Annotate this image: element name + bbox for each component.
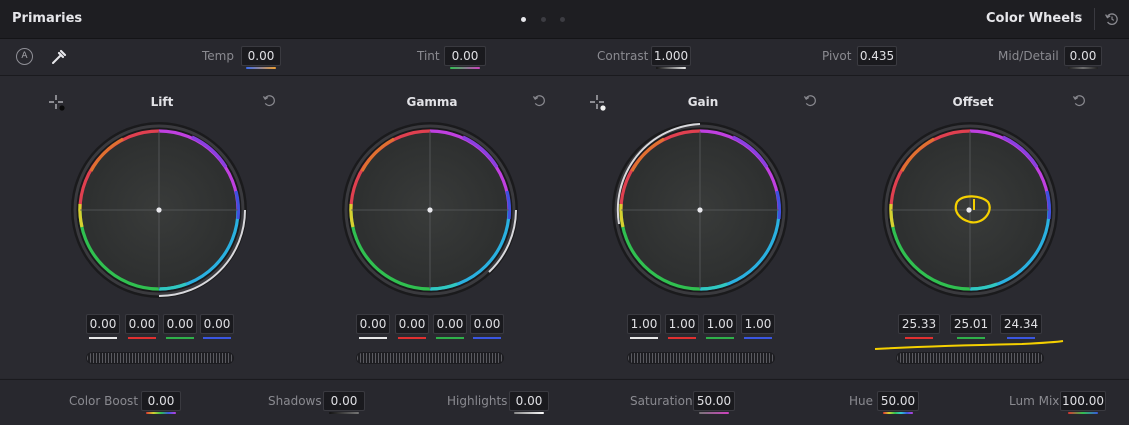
highlights-indicator bbox=[514, 412, 544, 414]
chevron-down-icon[interactable]: ⌵ bbox=[1073, 8, 1082, 23]
lift-color-wheel[interactable] bbox=[68, 119, 250, 301]
lum-mix-indicator bbox=[1068, 412, 1098, 414]
pivot-field[interactable]: 0.435 bbox=[857, 46, 897, 66]
eyedropper-icon[interactable] bbox=[50, 48, 68, 66]
contrast-label: Contrast bbox=[597, 49, 649, 63]
hue-field[interactable]: 50.00 bbox=[877, 391, 919, 411]
gain-value-master[interactable]: 1.00 bbox=[627, 314, 661, 334]
saturation-label: Saturation bbox=[630, 394, 693, 408]
offset-value-green[interactable]: 25.01 bbox=[950, 314, 992, 334]
mid-detail-label: Mid/Detail bbox=[998, 49, 1059, 63]
shadows-label: Shadows bbox=[268, 394, 322, 408]
gamma-line-green bbox=[436, 337, 464, 339]
highlights-field[interactable]: 0.00 bbox=[509, 391, 549, 411]
gamma-value-blue[interactable]: 0.00 bbox=[470, 314, 504, 334]
gain-master-slider[interactable] bbox=[627, 352, 775, 364]
color-boost-indicator bbox=[146, 412, 176, 414]
adjustments-bar: A Temp 0.00 Tint 0.00 Contrast 1.000 Piv… bbox=[0, 39, 1129, 76]
gamma-color-wheel[interactable] bbox=[339, 119, 521, 301]
yellow-annotation-underline bbox=[874, 340, 1064, 350]
gain-value-blue[interactable]: 1.00 bbox=[741, 314, 775, 334]
gamma-value-red[interactable]: 0.00 bbox=[395, 314, 429, 334]
page-dot-2[interactable] bbox=[541, 17, 546, 22]
saturation-indicator bbox=[699, 412, 729, 414]
gain-crosshair-icon[interactable] bbox=[589, 94, 607, 112]
lift-line-red bbox=[128, 337, 156, 339]
mid-detail-indicator bbox=[1068, 67, 1098, 69]
tint-indicator bbox=[450, 67, 480, 69]
gamma-value-master[interactable]: 0.00 bbox=[356, 314, 390, 334]
gamma-line-blue bbox=[473, 337, 501, 339]
gain-line-blue bbox=[744, 337, 772, 339]
lum-mix-label: Lum Mix bbox=[1009, 394, 1060, 408]
highlights-label: Highlights bbox=[447, 394, 508, 408]
temp-label: Temp bbox=[202, 49, 234, 63]
tint-label: Tint bbox=[417, 49, 440, 63]
lift-line-blue bbox=[203, 337, 231, 339]
gamma-title: Gamma bbox=[406, 95, 458, 109]
title-bar: Primaries Color Wheels ⌵ bbox=[0, 0, 1129, 39]
temp-indicator bbox=[246, 67, 276, 69]
gain-value-green[interactable]: 1.00 bbox=[703, 314, 737, 334]
lift-crosshair-icon[interactable] bbox=[48, 94, 66, 112]
lum-mix-field[interactable]: 100.00 bbox=[1060, 391, 1106, 411]
auto-balance-button[interactable]: A bbox=[16, 48, 33, 65]
bottom-adjustments-bar: Color Boost 0.00 Shadows 0.00 Highlights… bbox=[0, 379, 1129, 425]
offset-title: Offset bbox=[952, 95, 994, 109]
mode-dropdown[interactable]: Color Wheels bbox=[986, 11, 1082, 26]
mid-detail-field[interactable]: 0.00 bbox=[1064, 46, 1102, 66]
gamma-value-green[interactable]: 0.00 bbox=[433, 314, 467, 334]
pivot-label: Pivot bbox=[822, 49, 852, 63]
page-dot-3[interactable] bbox=[560, 17, 565, 22]
shadows-field[interactable]: 0.00 bbox=[323, 391, 365, 411]
gamma-reset-icon[interactable] bbox=[532, 93, 547, 108]
hue-indicator bbox=[883, 412, 913, 414]
gain-line-master bbox=[630, 337, 658, 339]
gain-color-wheel[interactable] bbox=[609, 119, 791, 301]
panel-title: Primaries bbox=[12, 11, 83, 26]
divider bbox=[1094, 8, 1095, 30]
offset-value-red[interactable]: 25.33 bbox=[898, 314, 940, 334]
page-dot-1[interactable] bbox=[521, 17, 526, 22]
gain-title: Gain bbox=[687, 95, 719, 109]
hue-label: Hue bbox=[849, 394, 874, 408]
reset-icon[interactable] bbox=[1104, 11, 1120, 27]
gamma-line-master bbox=[359, 337, 387, 339]
color-wheels-panel: Lift 0.00 0.00 0.00 0.00 Gamma 0.00 0.00… bbox=[0, 76, 1129, 378]
lift-value-red[interactable]: 0.00 bbox=[125, 314, 159, 334]
offset-color-wheel[interactable] bbox=[879, 119, 1061, 301]
lift-line-master bbox=[89, 337, 117, 339]
gamma-master-slider[interactable] bbox=[356, 352, 504, 364]
lift-value-blue[interactable]: 0.00 bbox=[200, 314, 234, 334]
shadows-indicator bbox=[329, 412, 359, 414]
lift-master-slider[interactable] bbox=[86, 352, 234, 364]
color-boost-label: Color Boost bbox=[69, 394, 139, 408]
lift-title: Lift bbox=[150, 95, 174, 109]
gain-line-red bbox=[668, 337, 696, 339]
temp-field[interactable]: 0.00 bbox=[241, 46, 281, 66]
gain-reset-icon[interactable] bbox=[803, 93, 818, 108]
tint-field[interactable]: 0.00 bbox=[444, 46, 486, 66]
lift-reset-icon[interactable] bbox=[262, 93, 277, 108]
offset-master-slider[interactable] bbox=[896, 352, 1044, 364]
lift-line-green bbox=[166, 337, 194, 339]
contrast-indicator bbox=[656, 67, 686, 69]
offset-value-blue[interactable]: 24.34 bbox=[1000, 314, 1042, 334]
contrast-field[interactable]: 1.000 bbox=[651, 46, 691, 66]
color-boost-field[interactable]: 0.00 bbox=[141, 391, 181, 411]
gain-line-green bbox=[706, 337, 734, 339]
lift-value-green[interactable]: 0.00 bbox=[163, 314, 197, 334]
saturation-field[interactable]: 50.00 bbox=[693, 391, 735, 411]
gain-value-red[interactable]: 1.00 bbox=[665, 314, 699, 334]
lift-value-master[interactable]: 0.00 bbox=[86, 314, 120, 334]
offset-reset-icon[interactable] bbox=[1072, 93, 1087, 108]
gamma-line-red bbox=[398, 337, 426, 339]
